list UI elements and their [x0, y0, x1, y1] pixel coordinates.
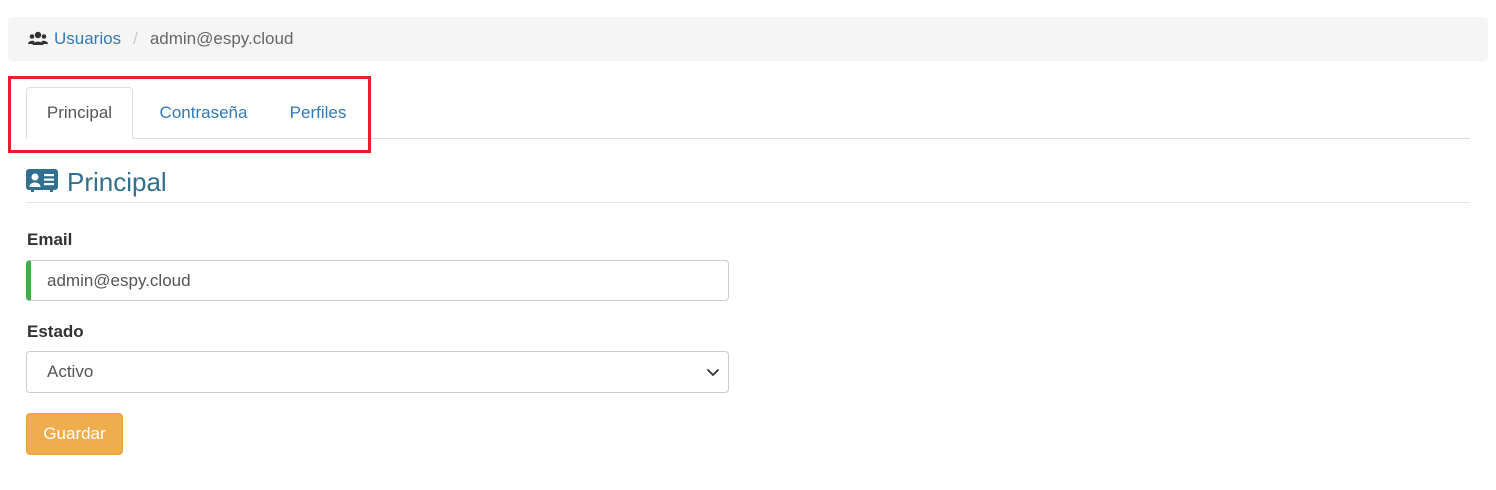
status-label: Estado — [27, 322, 84, 341]
save-button[interactable]: Guardar — [26, 413, 123, 455]
chevron-down-icon — [706, 364, 720, 378]
tab-principal[interactable]: Principal — [26, 87, 133, 139]
status-select[interactable]: Activo — [26, 351, 729, 393]
id-card-icon — [26, 168, 58, 192]
users-icon — [28, 31, 48, 47]
breadcrumb: Usuarios / admin@espy.cloud — [8, 17, 1488, 61]
tab-bar: Principal Contraseña Perfiles — [26, 87, 1470, 139]
breadcrumb-link-usuarios[interactable]: Usuarios — [54, 29, 121, 49]
email-value: admin@espy.cloud — [47, 270, 191, 290]
section-header: Principal — [26, 160, 1470, 203]
email-field[interactable]: admin@espy.cloud — [26, 260, 729, 301]
email-label: Email — [27, 230, 73, 249]
section-title: Principal — [67, 167, 167, 197]
breadcrumb-separator: / — [133, 29, 138, 48]
breadcrumb-current: admin@espy.cloud — [149, 29, 294, 48]
status-selected-value: Activo — [47, 362, 94, 381]
tab-perfiles[interactable]: Perfiles — [277, 87, 359, 139]
tab-contrasena[interactable]: Contraseña — [141, 87, 266, 139]
